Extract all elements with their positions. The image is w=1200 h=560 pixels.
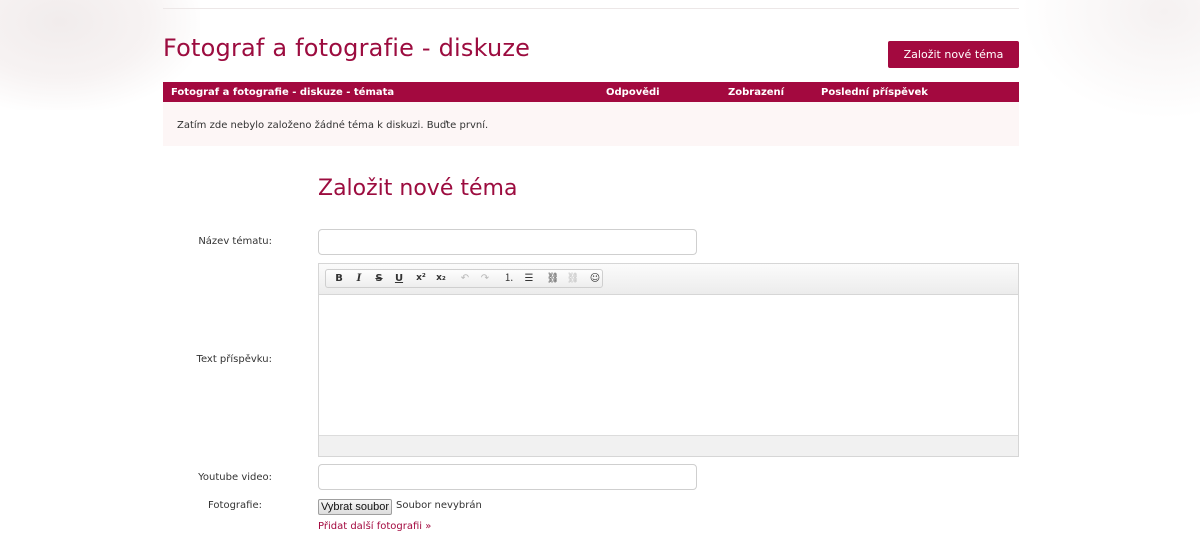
strikethrough-icon[interactable]: S bbox=[370, 271, 388, 286]
youtube-input[interactable] bbox=[318, 464, 697, 490]
column-views: Zobrazení bbox=[728, 87, 785, 98]
column-topics: Fotograf a fotografie - diskuze - témata bbox=[171, 87, 395, 98]
topic-name-label: Název tématu: bbox=[198, 236, 272, 247]
superscript-icon[interactable]: x² bbox=[412, 271, 430, 286]
column-replies: Odpovědi bbox=[606, 87, 660, 98]
add-photo-link[interactable]: Přidat další fotografii » bbox=[318, 521, 431, 532]
choose-file-button[interactable]: Vybrat soubor bbox=[318, 499, 392, 515]
column-last-post: Poslední příspěvek bbox=[821, 87, 928, 98]
editor-status-bar bbox=[319, 435, 1018, 456]
rich-text-editor: B I S Ux² x₂ ↶ ↷ ⒈ ☰ ⛓ ⛓ ☺ bbox=[318, 263, 1019, 457]
topics-table-header: Fotograf a fotografie - diskuze - témata… bbox=[163, 82, 1019, 102]
italic-icon[interactable]: I bbox=[350, 271, 368, 286]
photos-label: Fotografie: bbox=[208, 500, 262, 511]
undo-icon[interactable]: ↶ bbox=[456, 271, 474, 286]
smiley-icon[interactable]: ☺ bbox=[586, 271, 604, 286]
bold-icon[interactable]: B bbox=[330, 271, 348, 286]
editor-toolbar-group: B I S Ux² x₂ ↶ ↷ ⒈ ☰ ⛓ ⛓ ☺ bbox=[325, 269, 603, 288]
form-title: Založit nové téma bbox=[318, 176, 518, 201]
top-divider bbox=[163, 8, 1019, 9]
unlink-icon[interactable]: ⛓ bbox=[564, 271, 582, 286]
bulleted-list-icon[interactable]: ☰ bbox=[520, 271, 538, 286]
youtube-label: Youtube video: bbox=[198, 472, 272, 483]
post-text-area[interactable] bbox=[319, 295, 1018, 436]
empty-topics-row: Zatím zde nebylo založeno žádné téma k d… bbox=[163, 102, 1019, 146]
background-decoration-right bbox=[1020, 0, 1200, 120]
topic-name-input[interactable] bbox=[318, 229, 697, 255]
subscript-icon[interactable]: x₂ bbox=[432, 271, 450, 286]
numbered-list-icon[interactable]: ⒈ bbox=[500, 271, 518, 286]
post-text-label: Text příspěvku: bbox=[196, 354, 272, 365]
underline-icon[interactable]: U bbox=[390, 271, 408, 286]
empty-topics-message: Zatím zde nebylo založeno žádné téma k d… bbox=[177, 120, 489, 131]
link-icon[interactable]: ⛓ bbox=[544, 271, 562, 286]
page-title: Fotograf a fotografie - diskuze bbox=[163, 34, 531, 62]
redo-icon[interactable]: ↷ bbox=[476, 271, 494, 286]
file-status-text: Soubor nevybrán bbox=[396, 500, 482, 511]
new-topic-button[interactable]: Založit nové téma bbox=[888, 41, 1019, 68]
editor-toolbar: B I S Ux² x₂ ↶ ↷ ⒈ ☰ ⛓ ⛓ ☺ bbox=[319, 264, 1018, 295]
